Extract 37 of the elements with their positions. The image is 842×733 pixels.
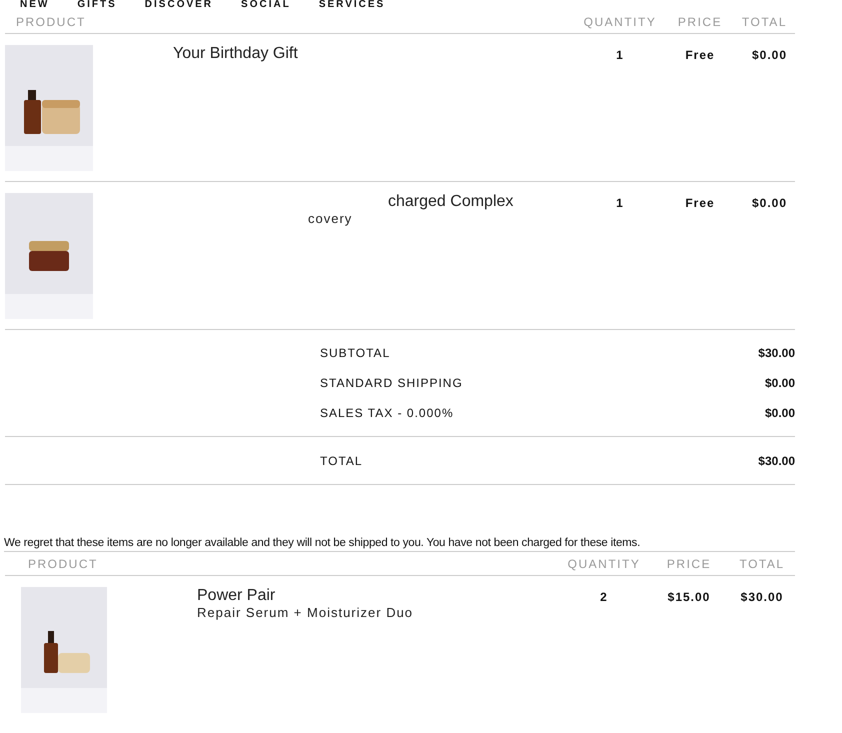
price-text: Free [684,195,716,210]
product-name: charged Complex [388,193,514,211]
column-header: PRICE [676,14,724,28]
column-header: TOTAL [738,556,786,570]
summary-value: $0.00 [764,376,795,390]
nav-link[interactable]: SERVICES [318,0,386,10]
quantity-text: 2 [599,589,609,604]
total-text: $0.00 [750,195,788,210]
column-header: PRODUCT [27,556,99,570]
summary-label: TOTAL [320,454,363,468]
price-text: Free [684,47,716,62]
quantity-text: 1 [615,47,625,62]
column-header: QUANTITY [566,556,642,570]
total-text: $30.00 [740,589,784,604]
column-header: PRODUCT [15,14,87,28]
summary-label: STANDARD SHIPPING [320,376,463,390]
product-subtitle: covery [308,211,354,226]
product-subtitle: Repair Serum + Moisturizer Duo [197,605,414,620]
price-text: $15.00 [666,589,712,604]
column-header: PRICE [666,556,712,570]
summary-label: SALES TAX - 0.000% [320,406,454,420]
product-name: Power Pair [197,587,276,605]
jar-drawing [27,239,71,273]
summary-value: $30.00 [758,454,795,468]
notice-text: We regret that these items are no longer available and they will not be shipped to you. You have not been charged for these items. [4,537,795,552]
nav-link[interactable]: GIFTS [77,0,117,10]
summary-value: $0.00 [764,406,795,420]
product-name: Your Birthday Gift [173,45,299,63]
column-header: TOTAL [740,14,788,28]
nav-link[interactable]: NEW [20,0,50,10]
column-header: QUANTITY [582,14,658,28]
nav-link[interactable]: SOCIAL [241,0,291,10]
summary-label: SUBTOTAL [320,346,390,360]
quantity-text: 1 [615,195,625,210]
nav-link[interactable]: DISCOVER [144,0,214,10]
summary-value: $30.00 [758,346,795,360]
total-text: $0.00 [750,47,788,62]
